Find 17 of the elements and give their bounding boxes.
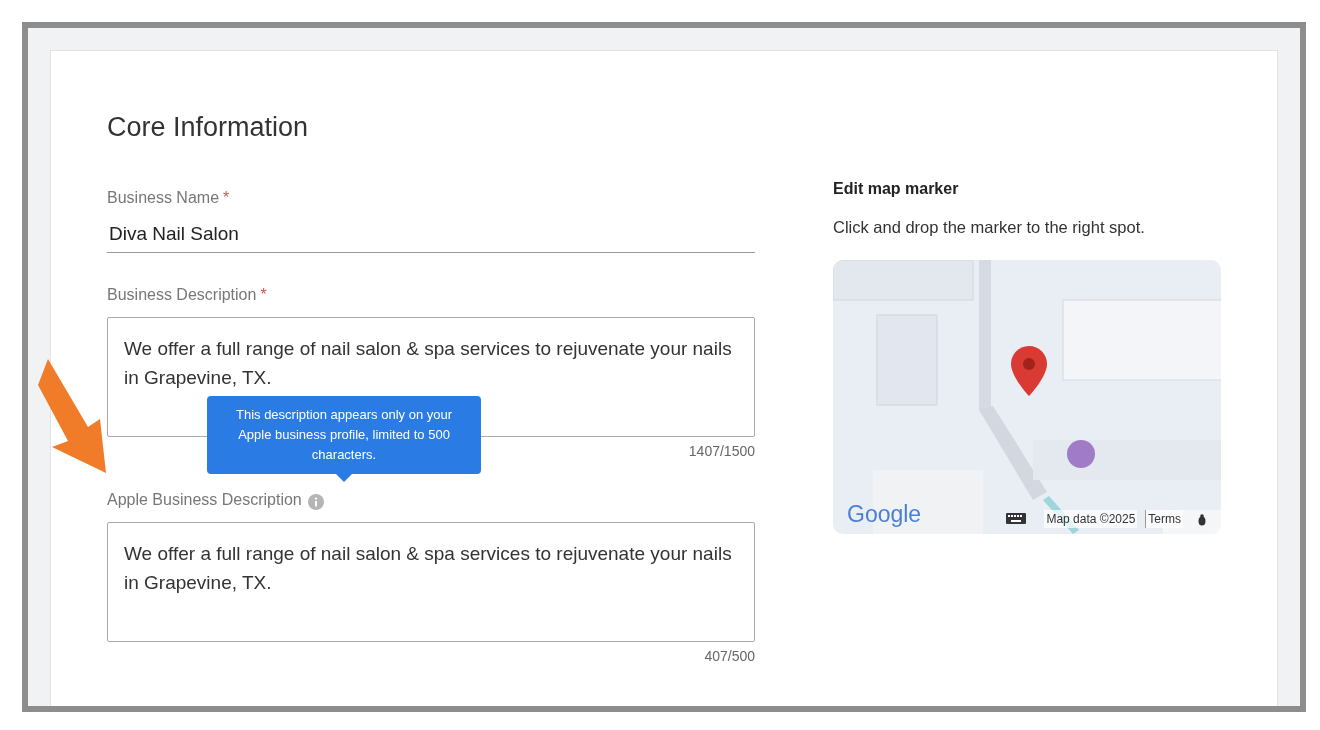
- field-label: Business Description: [107, 285, 257, 305]
- required-mark: *: [260, 285, 267, 305]
- character-counter: 1407/1500: [688, 442, 755, 461]
- text-area[interactable]: We offer a full range of nail salon & spa services to rejuvenate your nails in Grapevine, TX.: [107, 522, 755, 642]
- tooltip-pointer: [336, 474, 352, 482]
- character-counter: 407/500: [704, 647, 755, 666]
- field-label: Business Name: [107, 187, 220, 208]
- input-field[interactable]: Diva Nail Salon: [107, 219, 755, 253]
- map-marker-icon[interactable]: [1011, 345, 1047, 396]
- map-hint: Click and drop the marker to the right spot.: [833, 217, 1146, 238]
- keyboard-icon[interactable]: [1006, 512, 1027, 524]
- map-logo[interactable]: Google: [847, 499, 922, 528]
- tooltip: This description appears only on your Apple business profile, limited to 500 characters.: [207, 396, 481, 474]
- section-title: Core Information: [107, 111, 310, 144]
- map-title: Edit map marker: [833, 179, 960, 199]
- required-mark: *: [223, 187, 230, 208]
- field-label: Apple Business Description: [107, 490, 302, 510]
